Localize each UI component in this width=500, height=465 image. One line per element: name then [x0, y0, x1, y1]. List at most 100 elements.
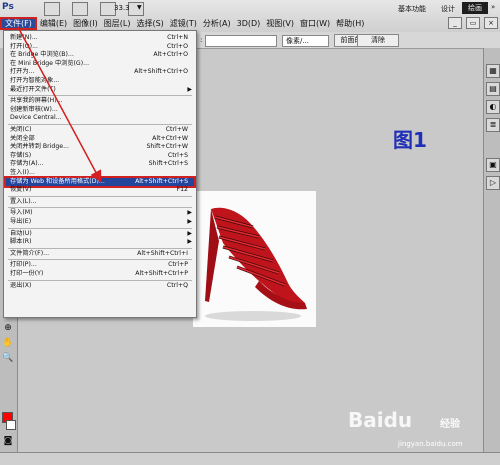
close-icon[interactable]: ×	[484, 17, 498, 29]
workspace-more-icon[interactable]: »	[491, 3, 495, 11]
menu-4[interactable]: 选择(S)	[133, 17, 166, 30]
file-menu-item[interactable]: 在 Mini Bridge 中浏览(G)...	[6, 60, 194, 69]
menu-item-label: Device Central...	[10, 114, 62, 122]
workspace-paint-button[interactable]: 绘画	[462, 2, 488, 14]
file-menu-item[interactable]: 关闭(C) Ctrl+W	[6, 126, 194, 135]
menu-2[interactable]: 图像(I)	[70, 17, 101, 30]
file-menu-item[interactable]: 存储为(A)... Shift+Ctrl+S	[6, 160, 194, 169]
bridge-icon[interactable]	[44, 2, 60, 16]
swatches-panel-icon[interactable]: ▤	[486, 82, 500, 96]
figure-annotation: 图1	[393, 128, 427, 152]
file-menu-item[interactable]: 打开为... Alt+Shift+Ctrl+O	[6, 68, 194, 77]
submenu-arrow-icon: ▶	[187, 218, 192, 225]
menu-item-label: 新建(N)...	[10, 34, 38, 41]
menu-0[interactable]: 文件(F)	[0, 17, 37, 30]
menu-item-shortcut: Ctrl+W	[165, 126, 188, 133]
menu-9[interactable]: 窗口(W)	[297, 17, 333, 30]
file-menu-item[interactable]: 恢复(V) F12	[6, 186, 194, 195]
menu-3[interactable]: 图层(L)	[101, 17, 134, 30]
menu-item-label: 导出(E)	[10, 218, 32, 225]
menu-item-label: 共享我的屏幕(H)...	[10, 97, 63, 105]
menu-item-label: 最近打开文件(T)	[10, 85, 56, 93]
file-menu-item[interactable]: 打印一份(Y) Alt+Shift+Ctrl+P	[6, 270, 194, 279]
menu-separator	[8, 195, 192, 197]
file-menu-item[interactable]: 签入(I)...	[6, 169, 194, 178]
chevron-down-icon[interactable]: ▼	[137, 4, 142, 11]
adjustments-panel-icon[interactable]: ◐	[486, 100, 500, 114]
file-menu-item[interactable]: 新建(N)... Ctrl+N	[6, 34, 194, 43]
menu-item-label: 脚本(R)	[10, 238, 32, 246]
minimize-icon[interactable]: _	[448, 17, 462, 29]
menu-item-label: 关闭(C)	[10, 126, 32, 133]
menu-item-shortcut: Ctrl+S	[167, 151, 188, 159]
workspace-design-button[interactable]: 设计	[441, 4, 455, 14]
menu-item-shortcut: F12	[176, 186, 188, 194]
options-separator: :	[200, 36, 203, 44]
layers-panel-icon[interactable]: ≣	[486, 118, 500, 132]
menu-item-shortcut: Alt+Shift+Ctrl+O	[134, 68, 188, 76]
menu-10[interactable]: 帮助(H)	[333, 17, 367, 30]
file-menu-item[interactable]: 打开为智能对象...	[6, 77, 194, 86]
file-menu-item[interactable]: Device Central...	[6, 114, 194, 123]
quick-mask-icon[interactable]: ◙	[2, 436, 14, 448]
3d-orbit-icon[interactable]: ⊕	[2, 323, 14, 335]
menu-item-label: 打开为...	[10, 68, 35, 76]
unit-select[interactable]: 像素/...	[282, 35, 329, 47]
zoom-tool-icon[interactable]: 🔍	[2, 353, 14, 365]
clear-button[interactable]: 清除	[357, 34, 399, 47]
file-menu-item[interactable]: 关闭并转到 Bridge... Shift+Ctrl+W	[6, 143, 194, 152]
menu-item-shortcut: Ctrl+Q	[166, 281, 188, 289]
menu-item-label: 关闭并转到 Bridge...	[10, 143, 69, 151]
watermark-site: jingyan.baidu.com	[398, 440, 463, 448]
menu-item-shortcut: Ctrl+N	[167, 34, 188, 41]
menu-separator	[8, 124, 192, 125]
file-menu-item[interactable]: 在 Bridge 中浏览(B)... Alt+Ctrl+O	[6, 51, 194, 60]
resolution-field[interactable]	[205, 35, 277, 47]
menu-1[interactable]: 编辑(E)	[37, 17, 70, 30]
shoe-photo	[193, 191, 316, 327]
file-menu-item[interactable]: 退出(X) Ctrl+Q	[6, 282, 194, 291]
file-menu-item[interactable]: 最近打开文件(T) ▶	[6, 86, 194, 95]
window-controls: _ ▭ ×	[448, 17, 498, 29]
file-menu-item[interactable]: 脚本(R) ▶	[6, 238, 194, 247]
menu-7[interactable]: 3D(D)	[234, 17, 264, 30]
menu-item-shortcut: Shift+Ctrl+W	[146, 143, 188, 151]
menu-item-label: 在 Bridge 中浏览(B)...	[10, 51, 74, 59]
submenu-arrow-icon: ▶	[187, 229, 192, 237]
file-menu-item[interactable]: 打开(O)... Ctrl+O	[6, 43, 194, 52]
menu-6[interactable]: 分析(A)	[200, 17, 234, 30]
menu-item-shortcut: Ctrl+P	[168, 261, 188, 269]
menu-5[interactable]: 滤镜(T)	[167, 17, 200, 30]
restore-icon[interactable]: ▭	[466, 17, 480, 29]
mini-bridge-icon[interactable]	[72, 2, 88, 16]
menu-item-shortcut: Alt+Shift+Ctrl+S	[135, 177, 188, 185]
file-menu-item[interactable]: 文件简介(F)... Alt+Shift+Ctrl+I	[6, 250, 194, 259]
hand-tool-icon[interactable]: ✋	[2, 338, 14, 350]
menu-item-shortcut: Alt+Ctrl+W	[152, 134, 188, 142]
file-menu-item[interactable]: 自动(U) ▶	[6, 230, 194, 239]
menu-separator	[8, 207, 192, 209]
file-menu-item[interactable]: 共享我的屏幕(H)...	[6, 97, 194, 106]
file-menu-item[interactable]: 关闭全部 Alt+Ctrl+W	[6, 135, 194, 144]
menu-item-label: 打开为智能对象...	[10, 77, 60, 84]
file-menu-item[interactable]: 导出(E) ▶	[6, 218, 194, 227]
file-menu-item[interactable]: 存储为 Web 和设备所用格式(D)... Alt+Shift+Ctrl+S	[4, 175, 196, 189]
menu-item-label: 打印(P)...	[10, 261, 37, 269]
background-color-swatch[interactable]	[6, 420, 16, 430]
menu-item-shortcut: Alt+Ctrl+O	[153, 51, 188, 59]
file-menu-item[interactable]: 打印(P)... Ctrl+P	[6, 261, 194, 270]
menu-separator	[8, 227, 192, 229]
menu-item-shortcut: Alt+Shift+Ctrl+P	[135, 270, 188, 277]
workspace-basic-button[interactable]: 基本功能	[398, 4, 426, 14]
file-menu-item[interactable]: 导入(M) ▶	[6, 209, 194, 218]
zoom-level[interactable]: 33.3	[114, 4, 130, 12]
menu-item-label: 恢复(V)	[10, 186, 32, 194]
file-menu-item[interactable]: 置入(L)...	[6, 198, 194, 207]
actions-panel-icon[interactable]: ▷	[486, 176, 500, 190]
history-panel-icon[interactable]: ▣	[486, 158, 500, 172]
menu-item-label: 签入(I)...	[10, 169, 35, 176]
status-bar	[0, 452, 500, 465]
menu-8[interactable]: 视图(V)	[263, 17, 297, 30]
file-menu-item[interactable]: 创建新审核(W)...	[6, 106, 194, 115]
color-panel-icon[interactable]: ▦	[486, 64, 500, 78]
